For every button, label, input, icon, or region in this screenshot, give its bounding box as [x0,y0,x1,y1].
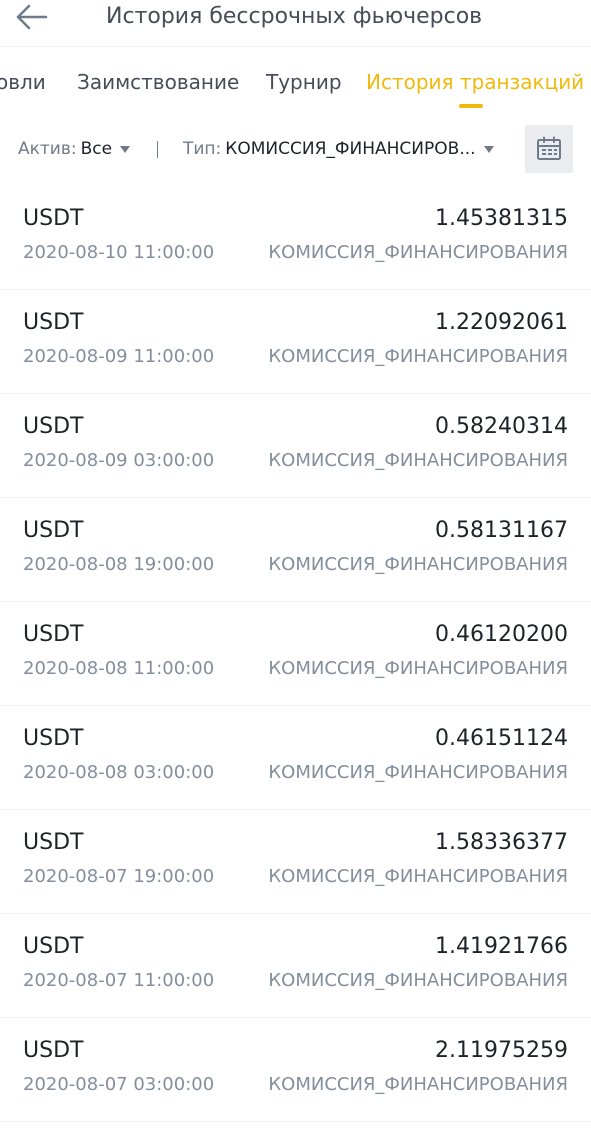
transaction-datetime: 2020-08-10 11:00:00 [23,242,215,263]
asset-name: USDT [23,1038,84,1063]
asset-filter-label: Актив: [18,139,77,159]
transaction-datetime: 2020-08-09 11:00:00 [23,346,215,367]
transaction-datetime: 2020-08-08 03:00:00 [23,762,215,783]
type-filter-label: Тип: [183,139,222,159]
transaction-type: КОМИССИЯ_ФИНАНСИРОВАНИЯ [268,450,568,471]
transaction-datetime: 2020-08-07 19:00:00 [23,866,215,887]
app-header: История бессрочных фьючерсов [0,0,591,46]
transaction-type: КОМИССИЯ_ФИНАНСИРОВАНИЯ [268,346,568,367]
list-item[interactable]: USDT 1.41921766 2020-08-07 11:00:00 КОМИ… [0,914,591,1018]
transaction-type: КОМИССИЯ_ФИНАНСИРОВАНИЯ [268,1074,568,1095]
asset-name: USDT [23,206,84,231]
calendar-button[interactable] [525,125,573,173]
asset-name: USDT [23,622,84,647]
active-tab-indicator [459,104,483,108]
tab-tournament[interactable]: Турнир [266,70,342,94]
transaction-datetime: 2020-08-09 03:00:00 [23,450,215,471]
list-item[interactable]: USDT 1.22092061 2020-08-09 11:00:00 КОМИ… [0,290,591,394]
amount: 1.41921766 [435,934,568,959]
list-item[interactable]: USDT 0.46120200 2020-08-08 11:00:00 КОМИ… [0,602,591,706]
list-item[interactable]: USDT 1.58336377 2020-08-07 19:00:00 КОМИ… [0,810,591,914]
tab-borrowing[interactable]: Заимствование [77,70,239,94]
amount: 2.11975259 [435,1038,568,1063]
type-filter[interactable]: Тип: КОМИССИЯ_ФИНАНСИРОВ... [183,138,494,160]
transaction-type: КОМИССИЯ_ФИНАНСИРОВАНИЯ [268,762,568,783]
asset-filter-value: Все [80,139,113,159]
amount: 0.58240314 [435,414,568,439]
list-item[interactable]: USDT 0.46151124 2020-08-08 03:00:00 КОМИ… [0,706,591,810]
transaction-type: КОМИССИЯ_ФИНАНСИРОВАНИЯ [268,242,568,263]
asset-name: USDT [23,934,84,959]
caret-down-icon [483,145,494,153]
caret-down-icon [120,145,131,153]
divider [0,1121,591,1122]
list-item[interactable]: USDT 0.58131167 2020-08-08 19:00:00 КОМИ… [0,498,591,602]
tab-trades[interactable]: овли [0,70,46,94]
filter-bar: Актив: Все Тип: КОМИССИЯ_ФИНАНСИРОВ... [0,122,591,176]
transaction-datetime: 2020-08-07 11:00:00 [23,970,215,991]
asset-name: USDT [23,310,84,335]
amount: 1.58336377 [435,830,568,855]
transaction-type: КОМИССИЯ_ФИНАНСИРОВАНИЯ [268,970,568,991]
type-filter-value: КОМИССИЯ_ФИНАНСИРОВ... [225,139,476,159]
filter-separator [157,141,158,158]
list-item[interactable]: USDT 1.45381315 2020-08-10 11:00:00 КОМИ… [0,186,591,290]
header-divider [0,46,591,47]
list-item[interactable]: USDT 0.58240314 2020-08-09 03:00:00 КОМИ… [0,394,591,498]
asset-name: USDT [23,518,84,543]
history-tabs: овли Заимствование Турнир История транза… [0,60,591,112]
asset-name: USDT [23,726,84,751]
transaction-list: USDT 1.45381315 2020-08-10 11:00:00 КОМИ… [0,186,591,1122]
list-item[interactable]: USDT 2.11975259 2020-08-07 03:00:00 КОМИ… [0,1018,591,1122]
amount: 1.45381315 [435,206,568,231]
amount: 1.22092061 [435,310,568,335]
transaction-datetime: 2020-08-08 11:00:00 [23,658,215,679]
calendar-icon [537,136,561,160]
transaction-type: КОМИССИЯ_ФИНАНСИРОВАНИЯ [268,658,568,679]
amount: 0.58131167 [435,518,568,543]
transaction-datetime: 2020-08-07 03:00:00 [23,1074,215,1095]
page-title: История бессрочных фьючерсов [106,4,483,29]
amount: 0.46120200 [435,622,568,647]
asset-name: USDT [23,414,84,439]
amount: 0.46151124 [435,726,568,751]
transaction-datetime: 2020-08-08 19:00:00 [23,554,215,575]
tab-transaction-history[interactable]: История транзакций [366,70,584,94]
back-button[interactable] [14,0,52,38]
arrow-left-icon [16,4,48,30]
transaction-type: КОМИССИЯ_ФИНАНСИРОВАНИЯ [268,866,568,887]
asset-filter[interactable]: Актив: Все [18,138,131,160]
transaction-type: КОМИССИЯ_ФИНАНСИРОВАНИЯ [268,554,568,575]
asset-name: USDT [23,830,84,855]
